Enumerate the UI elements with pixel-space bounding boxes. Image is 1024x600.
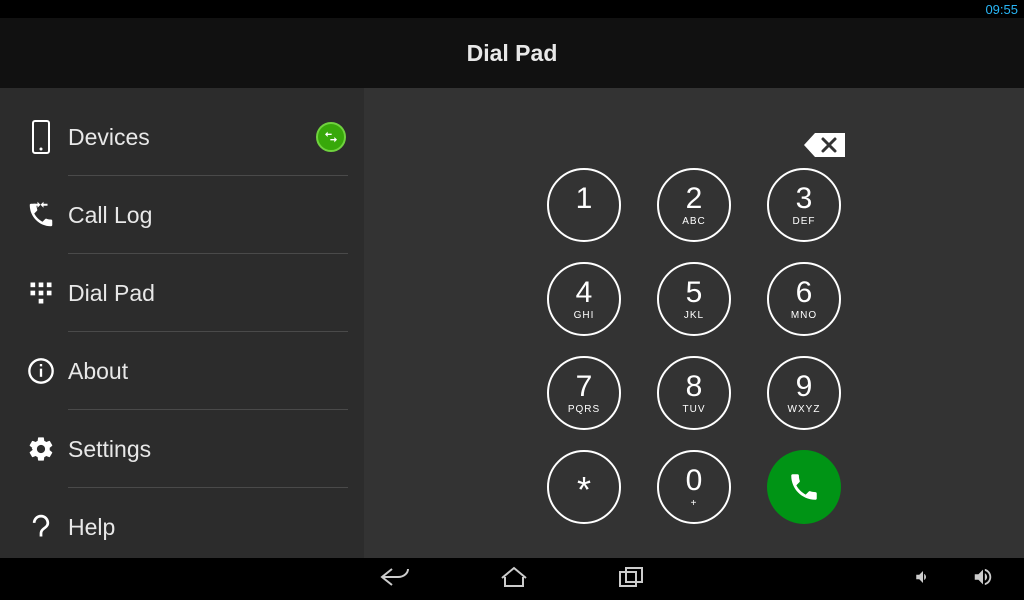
sidebar-item-dial-pad[interactable]: Dial Pad bbox=[0, 254, 364, 332]
key-9[interactable]: 9WXYZ bbox=[767, 356, 841, 430]
sidebar-item-label: Devices bbox=[68, 124, 316, 151]
key-0[interactable]: 0+ bbox=[657, 450, 731, 524]
status-time: 09:55 bbox=[985, 2, 1018, 17]
sidebar-item-call-log[interactable]: Call Log bbox=[0, 176, 364, 254]
key-3[interactable]: 3DEF bbox=[767, 168, 841, 242]
sidebar-item-label: Dial Pad bbox=[68, 280, 346, 307]
key-5[interactable]: 5JKL bbox=[657, 262, 731, 336]
key-star[interactable]: * bbox=[547, 450, 621, 524]
recent-apps-button[interactable] bbox=[618, 566, 644, 593]
main-content: Devices Call Log Dial Pad bbox=[0, 88, 1024, 558]
keypad: 1 2ABC 3DEF 4GHI 5JKL 6MNO 7PQRS 8TUV 9W… bbox=[364, 168, 1024, 524]
gear-icon bbox=[14, 435, 68, 463]
back-button[interactable] bbox=[380, 565, 410, 594]
sidebar-item-label: About bbox=[68, 358, 346, 385]
key-2[interactable]: 2ABC bbox=[657, 168, 731, 242]
sidebar-item-devices[interactable]: Devices bbox=[0, 98, 364, 176]
page-title: Dial Pad bbox=[467, 40, 558, 67]
sidebar: Devices Call Log Dial Pad bbox=[0, 88, 364, 558]
status-bar: 09:55 bbox=[0, 0, 1024, 18]
home-button[interactable] bbox=[500, 566, 528, 593]
sidebar-item-help[interactable]: Help bbox=[0, 488, 364, 566]
key-4[interactable]: 4GHI bbox=[547, 262, 621, 336]
key-7[interactable]: 7PQRS bbox=[547, 356, 621, 430]
info-icon bbox=[14, 357, 68, 385]
sidebar-item-about[interactable]: About bbox=[0, 332, 364, 410]
phone-icon bbox=[14, 119, 68, 155]
key-6[interactable]: 6MNO bbox=[767, 262, 841, 336]
help-icon bbox=[14, 512, 68, 542]
sidebar-item-label: Settings bbox=[68, 436, 346, 463]
sidebar-item-label: Call Log bbox=[68, 202, 346, 229]
volume-up-icon[interactable] bbox=[972, 566, 994, 593]
android-navbar bbox=[0, 558, 1024, 600]
backspace-button[interactable] bbox=[802, 130, 848, 160]
dialer-area: 1 2ABC 3DEF 4GHI 5JKL 6MNO 7PQRS 8TUV 9W… bbox=[364, 88, 1024, 558]
title-bar: Dial Pad bbox=[0, 18, 1024, 88]
sidebar-item-label: Help bbox=[68, 514, 346, 541]
key-8[interactable]: 8TUV bbox=[657, 356, 731, 430]
volume-down-icon[interactable] bbox=[914, 568, 932, 591]
dialpad-icon bbox=[14, 279, 68, 307]
sidebar-item-settings[interactable]: Settings bbox=[0, 410, 364, 488]
call-button[interactable] bbox=[767, 450, 841, 524]
call-log-icon bbox=[14, 200, 68, 230]
key-1[interactable]: 1 bbox=[547, 168, 621, 242]
sync-icon bbox=[316, 122, 346, 152]
phone-handset-icon bbox=[787, 470, 821, 504]
